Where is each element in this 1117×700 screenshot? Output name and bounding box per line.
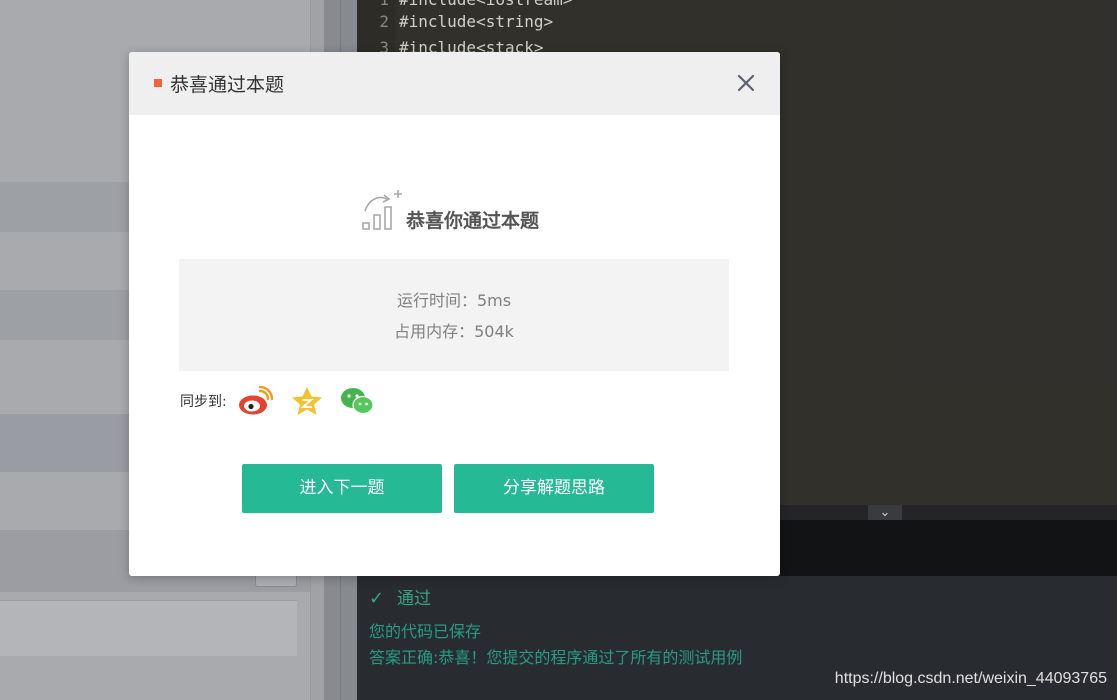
weibo-icon[interactable] [238,385,274,416]
modal-title: 恭喜通过本题 [170,74,285,96]
run-time: 运行时间：5ms [396,291,512,310]
success-modal: 恭喜通过本题 恭喜你通过本题 运行时间：5ms 占用内存：504k 同步到: 进… [129,52,780,576]
title-marker [154,79,162,87]
share-label: 同步到: [180,394,227,410]
qzone-icon[interactable] [290,386,326,416]
share-solution-button[interactable]: 分享解题思路 [454,464,654,513]
hero-text: 恭喜你通过本题 [406,210,540,232]
close-icon[interactable] [733,70,759,96]
run-stats: 运行时间：5ms 占用内存：504k [179,259,729,371]
memory-usage: 占用内存：504k [394,322,514,341]
rising-chart-icon [362,190,402,230]
modal-header: 恭喜通过本题 [129,52,780,115]
wechat-icon[interactable] [340,386,376,416]
next-problem-button[interactable]: 进入下一题 [242,464,442,513]
